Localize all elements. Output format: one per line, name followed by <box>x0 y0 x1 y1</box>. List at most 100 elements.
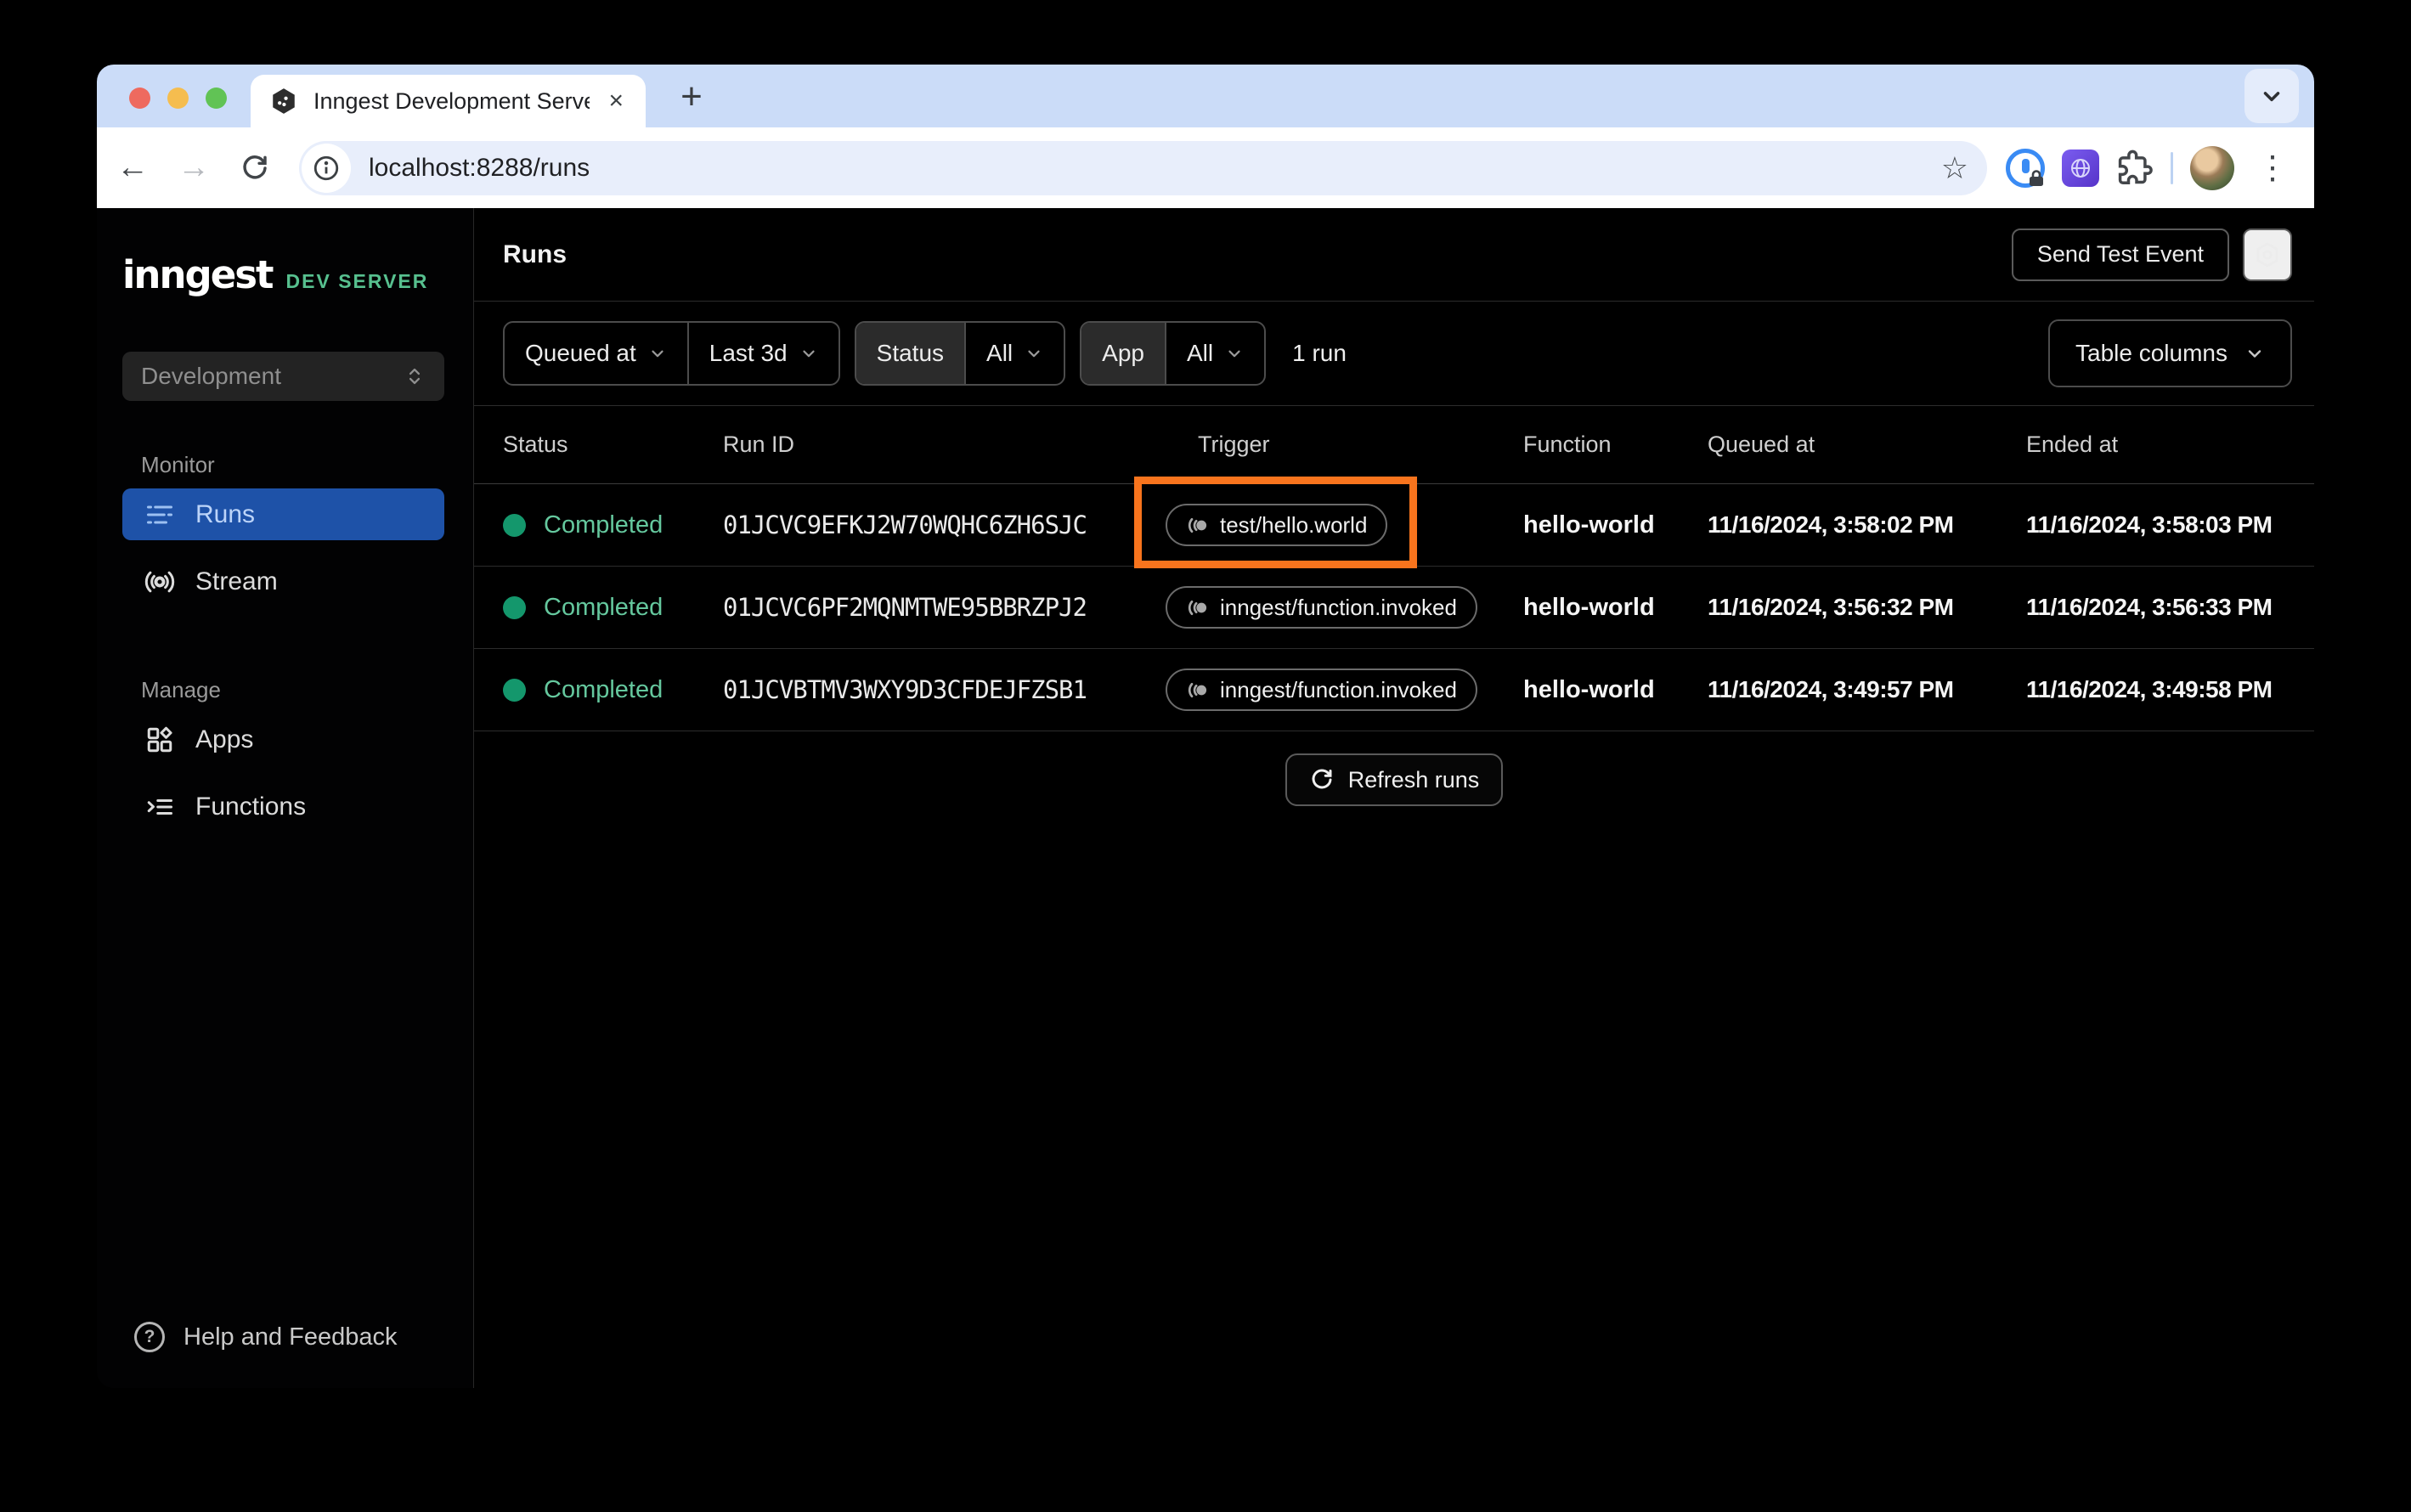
help-label: Help and Feedback <box>184 1323 398 1351</box>
forward-button[interactable]: → <box>170 144 217 192</box>
tab-title: Inngest Development Server <box>313 87 590 114</box>
trigger-cell: inngest/function.invoked <box>1166 669 1523 711</box>
bookmark-star-icon[interactable]: ☆ <box>1941 150 1968 186</box>
refresh-runs-button[interactable]: Refresh runs <box>1285 753 1504 806</box>
main-content: Runs Send Test Event Queued at Last 3d S… <box>474 208 2314 1388</box>
app-filter-value[interactable]: All <box>1164 323 1264 384</box>
settings-button[interactable] <box>2243 228 2292 281</box>
run-id: 01JCVBTMV3WXY9D3CFDEJFZSB1 <box>723 675 1087 704</box>
ended-at-timestamp: 11/16/2024, 3:58:03 PM <box>2026 511 2273 538</box>
profile-avatar[interactable] <box>2190 145 2234 190</box>
time-field-label: Queued at <box>525 340 636 366</box>
chevron-down-icon <box>2263 92 2280 102</box>
sidebar-item-functions[interactable]: Functions <box>122 781 444 832</box>
inngest-favicon-icon <box>273 88 295 114</box>
environment-selector[interactable]: Development <box>122 352 444 401</box>
sidebar: inngest DEV SERVER Development Monitor R… <box>97 208 474 1388</box>
app-label-text: App <box>1102 340 1144 366</box>
sidebar-item-runs[interactable]: Runs <box>122 488 444 540</box>
table-columns-button[interactable]: Table columns <box>2048 319 2292 387</box>
back-button[interactable]: ← <box>109 144 156 192</box>
ended-at-timestamp: 11/16/2024, 3:56:33 PM <box>2026 594 2273 620</box>
chevron-down-icon <box>1228 350 1240 358</box>
minimize-window-button[interactable] <box>167 87 189 109</box>
page-title: Runs <box>503 240 567 268</box>
app-filter-label: App <box>1081 323 1165 384</box>
chevron-down-icon <box>652 350 663 358</box>
send-test-event-button[interactable]: Send Test Event <box>2011 228 2229 281</box>
column-header-status: Status <box>503 432 568 457</box>
tab-search-button[interactable] <box>2244 69 2299 123</box>
environment-selector-value: Development <box>141 363 281 389</box>
chevron-up-down-icon <box>409 368 421 385</box>
trigger-name: inngest/function.invoked <box>1220 676 1457 702</box>
browser-menu-button[interactable]: ⋮ <box>2251 149 2294 187</box>
status-label-text: Status <box>876 340 945 366</box>
trigger-cell: inngest/function.invoked <box>1166 586 1523 629</box>
window-controls <box>129 87 227 109</box>
table-row[interactable]: Completed 01JCVBTMV3WXY9D3CFDEJFZSB1 inn… <box>474 649 2314 731</box>
runs-icon <box>147 505 172 523</box>
table-row[interactable]: Completed 01JCVC9EFKJ2W70WQHC6ZH6SJC tes… <box>474 477 2314 568</box>
time-filter-group: Queued at Last 3d <box>503 321 840 386</box>
dev-server-badge: DEV SERVER <box>285 270 429 292</box>
status-filter-label: Status <box>855 323 965 384</box>
reload-button[interactable] <box>231 144 279 192</box>
header-actions: Send Test Event <box>2011 228 2292 281</box>
ended-at-timestamp: 11/16/2024, 3:49:58 PM <box>2026 676 2273 702</box>
column-header-function: Function <box>1523 432 1612 457</box>
status-label: Completed <box>544 511 663 539</box>
inngest-logo: inngest <box>122 252 274 297</box>
time-range-value: Last 3d <box>709 340 788 366</box>
queued-at-timestamp: 11/16/2024, 3:49:57 PM <box>1708 676 1954 702</box>
reload-icon <box>243 155 267 178</box>
chevron-down-icon <box>803 350 815 358</box>
browser-tab[interactable]: Inngest Development Server × <box>251 75 646 127</box>
status-dot-icon <box>503 595 526 619</box>
trigger-pill[interactable]: test/hello.world <box>1134 477 1418 568</box>
queued-at-timestamp: 11/16/2024, 3:56:32 PM <box>1708 594 1954 620</box>
lock-icon <box>2030 169 2043 186</box>
sidebar-item-stream[interactable]: Stream <box>122 556 444 607</box>
help-and-feedback[interactable]: ? Help and Feedback <box>97 1322 473 1388</box>
extensions-puzzle-icon[interactable] <box>2116 150 2154 187</box>
status-value-text: All <box>986 340 1014 366</box>
table-row[interactable]: Completed 01JCVC6PF2MQNMTWE95BBRZPJ2 inn… <box>474 567 2314 649</box>
event-icon <box>1188 682 1207 697</box>
globe-glyph <box>2071 158 2090 178</box>
trigger-cell: test/hello.world <box>1134 477 1523 568</box>
browser-extension-icon[interactable] <box>2062 149 2099 187</box>
table-columns-label: Table columns <box>2075 340 2227 366</box>
close-tab-icon[interactable]: × <box>605 88 627 114</box>
extensions-area: ⋮ <box>2006 145 2294 190</box>
manage-section-label: Manage <box>141 677 221 702</box>
refresh-label: Refresh runs <box>1347 766 1480 793</box>
sidebar-item-label: Runs <box>195 499 256 528</box>
stream-icon <box>144 571 175 592</box>
filter-bar: Queued at Last 3d Status All App All 1 r… <box>474 302 2314 406</box>
trigger-pill[interactable]: inngest/function.invoked <box>1166 586 1477 629</box>
maximize-window-button[interactable] <box>206 87 227 109</box>
status-dot-icon <box>503 513 526 537</box>
trigger-pill[interactable]: inngest/function.invoked <box>1166 669 1477 711</box>
status-filter-value[interactable]: All <box>964 323 1064 384</box>
status-label: Completed <box>544 675 663 703</box>
sidebar-item-label: Functions <box>195 792 307 821</box>
app-value-text: All <box>1186 340 1214 366</box>
status-label: Completed <box>544 593 663 621</box>
new-tab-button[interactable]: + <box>668 73 715 121</box>
run-count: 1 run <box>1292 340 1347 366</box>
password-manager-extension-icon[interactable] <box>2006 148 2045 188</box>
refresh-icon <box>1312 769 1332 789</box>
function-name: hello-world <box>1523 511 1655 539</box>
close-window-button[interactable] <box>129 87 150 109</box>
site-info-button[interactable] <box>302 143 351 193</box>
app-filter-group: App All <box>1080 321 1267 386</box>
sidebar-item-apps[interactable]: Apps <box>122 714 444 765</box>
status-cell: Completed <box>503 511 723 539</box>
time-field-filter[interactable]: Queued at <box>505 323 687 384</box>
time-range-filter[interactable]: Last 3d <box>686 323 838 384</box>
column-header-trigger: Trigger <box>1198 432 1270 457</box>
run-id: 01JCVC9EFKJ2W70WQHC6ZH6SJC <box>723 511 1087 539</box>
address-bar[interactable]: localhost:8288/runs ☆ <box>299 140 1987 195</box>
